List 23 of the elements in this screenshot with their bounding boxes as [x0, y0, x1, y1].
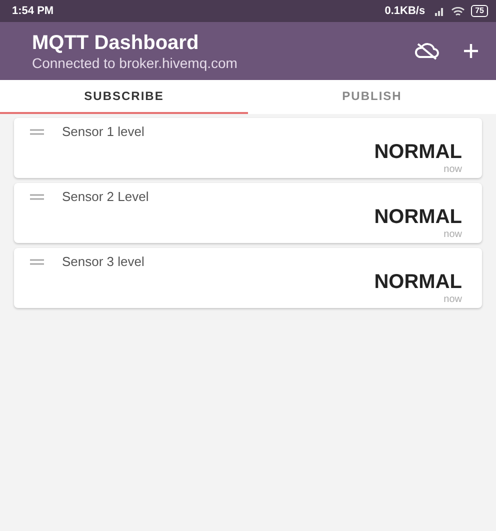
tile-value: NORMAL	[374, 271, 462, 294]
sensor-tile[interactable]: Sensor 2 Level NORMAL now	[14, 183, 482, 243]
sensor-tile[interactable]: Sensor 1 level NORMAL now	[14, 118, 482, 178]
tile-time: now	[444, 164, 462, 175]
wifi-icon	[451, 6, 466, 16]
app-title: MQTT Dashboard	[32, 32, 199, 54]
drag-handle-icon[interactable]	[30, 258, 44, 264]
drag-handle-icon[interactable]	[30, 194, 44, 200]
tile-name: Sensor 1 level	[62, 124, 144, 139]
battery-indicator: 75	[471, 5, 488, 17]
clock-time: 1:54 PM	[12, 5, 54, 17]
tile-name: Sensor 2 Level	[62, 189, 149, 204]
network-speed: 0.1KB/s	[384, 5, 426, 17]
cloud-off-icon	[414, 41, 440, 61]
tile-time: now	[444, 229, 462, 240]
tile-value: NORMAL	[374, 206, 462, 229]
plus-icon	[462, 42, 480, 60]
tile-name: Sensor 3 level	[62, 254, 144, 269]
sensor-tile[interactable]: Sensor 3 level NORMAL now	[14, 248, 482, 308]
connection-status: Connected to broker.hivemq.com	[32, 54, 238, 70]
tile-time: now	[444, 294, 462, 305]
tile-value: NORMAL	[374, 141, 462, 164]
drag-handle-icon[interactable]	[30, 128, 44, 134]
